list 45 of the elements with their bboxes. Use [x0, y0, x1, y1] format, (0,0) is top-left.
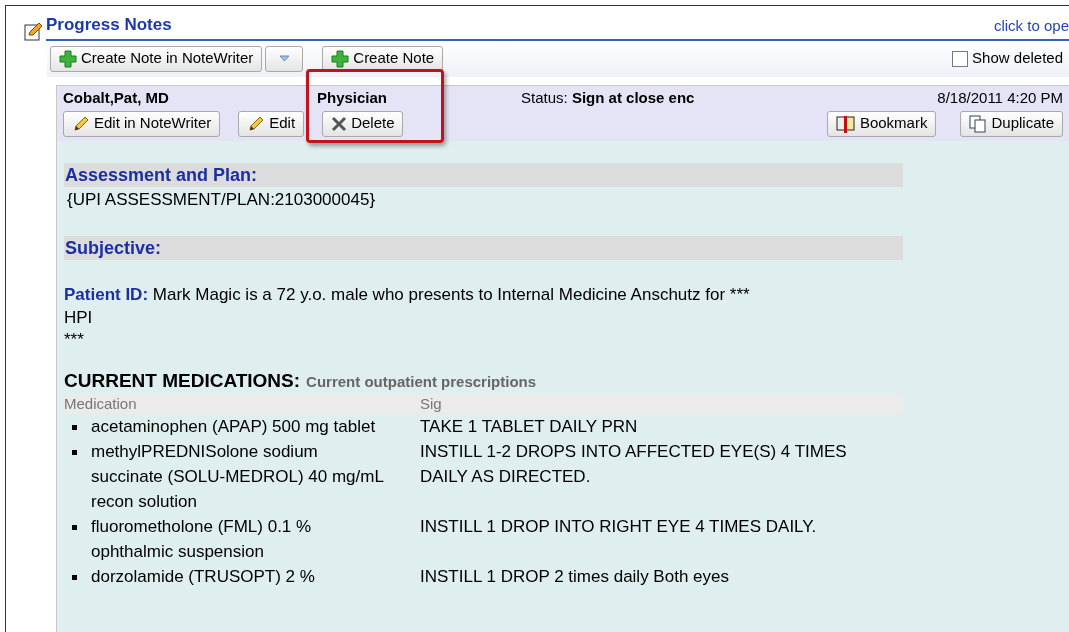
medication-sig: TAKE 1 TABLET DAILY PRN: [420, 415, 639, 438]
column-header: Sig: [420, 393, 442, 414]
create-button[interactable]: Create Note in NoteWriter: [50, 45, 263, 72]
book-icon: [835, 114, 856, 133]
bullet-icon: [72, 574, 77, 580]
delete-button[interactable]: Delete: [322, 110, 404, 137]
note-status: Status: Sign at close enc: [521, 88, 695, 107]
medication-name: dorzolamide (TRUSOPT) 2 %: [91, 565, 316, 588]
assessment-text: {UPI ASSESSMENT/PLAN:2103000045}: [66, 188, 377, 211]
bullet-icon: [72, 449, 77, 455]
medications-subtitle: Current outpatient prescriptions: [306, 371, 537, 392]
medication-sig: INSTILL 1-2 DROPS INTO AFFECTED EYE(S) 4 TIMES DAILY AS DIRECTED.: [420, 440, 848, 488]
checkbox-label: Show deleted: [972, 48, 1063, 69]
bullet-icon: [72, 424, 77, 430]
plus-icon: [331, 49, 350, 68]
dropdown-button[interactable]: [265, 45, 304, 72]
duplicate-button[interactable]: Duplicate: [960, 110, 1063, 137]
edit-button[interactable]: Edit: [238, 110, 305, 137]
medication-sig: INSTILL 1 DROP 2 times daily Both eyes: [420, 565, 730, 588]
note-text: ***: [64, 328, 85, 351]
plus-icon: [59, 49, 77, 68]
pencil-icon: [247, 114, 266, 133]
medications-title: CURRENT MEDICATIONS:: [64, 368, 301, 393]
pencil-icon: [72, 114, 90, 133]
bookmark-button[interactable]: Bookmark: [826, 110, 937, 137]
panel-title: Progress Notes: [46, 14, 172, 36]
column-header: Medication: [64, 393, 138, 414]
caret-icon: [278, 55, 290, 62]
author-name: Cobalt,Pat, MD: [63, 88, 170, 107]
show-deleted-checkbox[interactable]: [952, 50, 969, 67]
author-role: Physician: [317, 88, 389, 107]
bullet-icon: [72, 524, 77, 530]
note-text: HPI: [64, 306, 94, 329]
patient-summary: Patient ID: Mark Magic is a 72 y.o. male who presents to Internal Medicine Anschutz for ***: [64, 283, 751, 306]
create-button[interactable]: Create Note: [322, 45, 444, 72]
medication-sig: INSTILL 1 DROP INTO RIGHT EYE 4 TIMES DAILY.: [420, 515, 818, 538]
close-icon: [331, 115, 348, 132]
section-heading: Assessment and Plan:: [64, 162, 903, 187]
open-link[interactable]: click to ope: [993, 15, 1069, 38]
section-heading: Subjective:: [64, 235, 903, 260]
note-edit-icon: [24, 20, 44, 41]
medication-name: acetaminophen (APAP) 500 mg tablet: [91, 415, 377, 438]
note-datetime: 8/18/2011 4:20 PM: [937, 88, 1063, 107]
copy-icon: [969, 114, 988, 133]
edit-button[interactable]: Edit in NoteWriter: [63, 110, 221, 137]
